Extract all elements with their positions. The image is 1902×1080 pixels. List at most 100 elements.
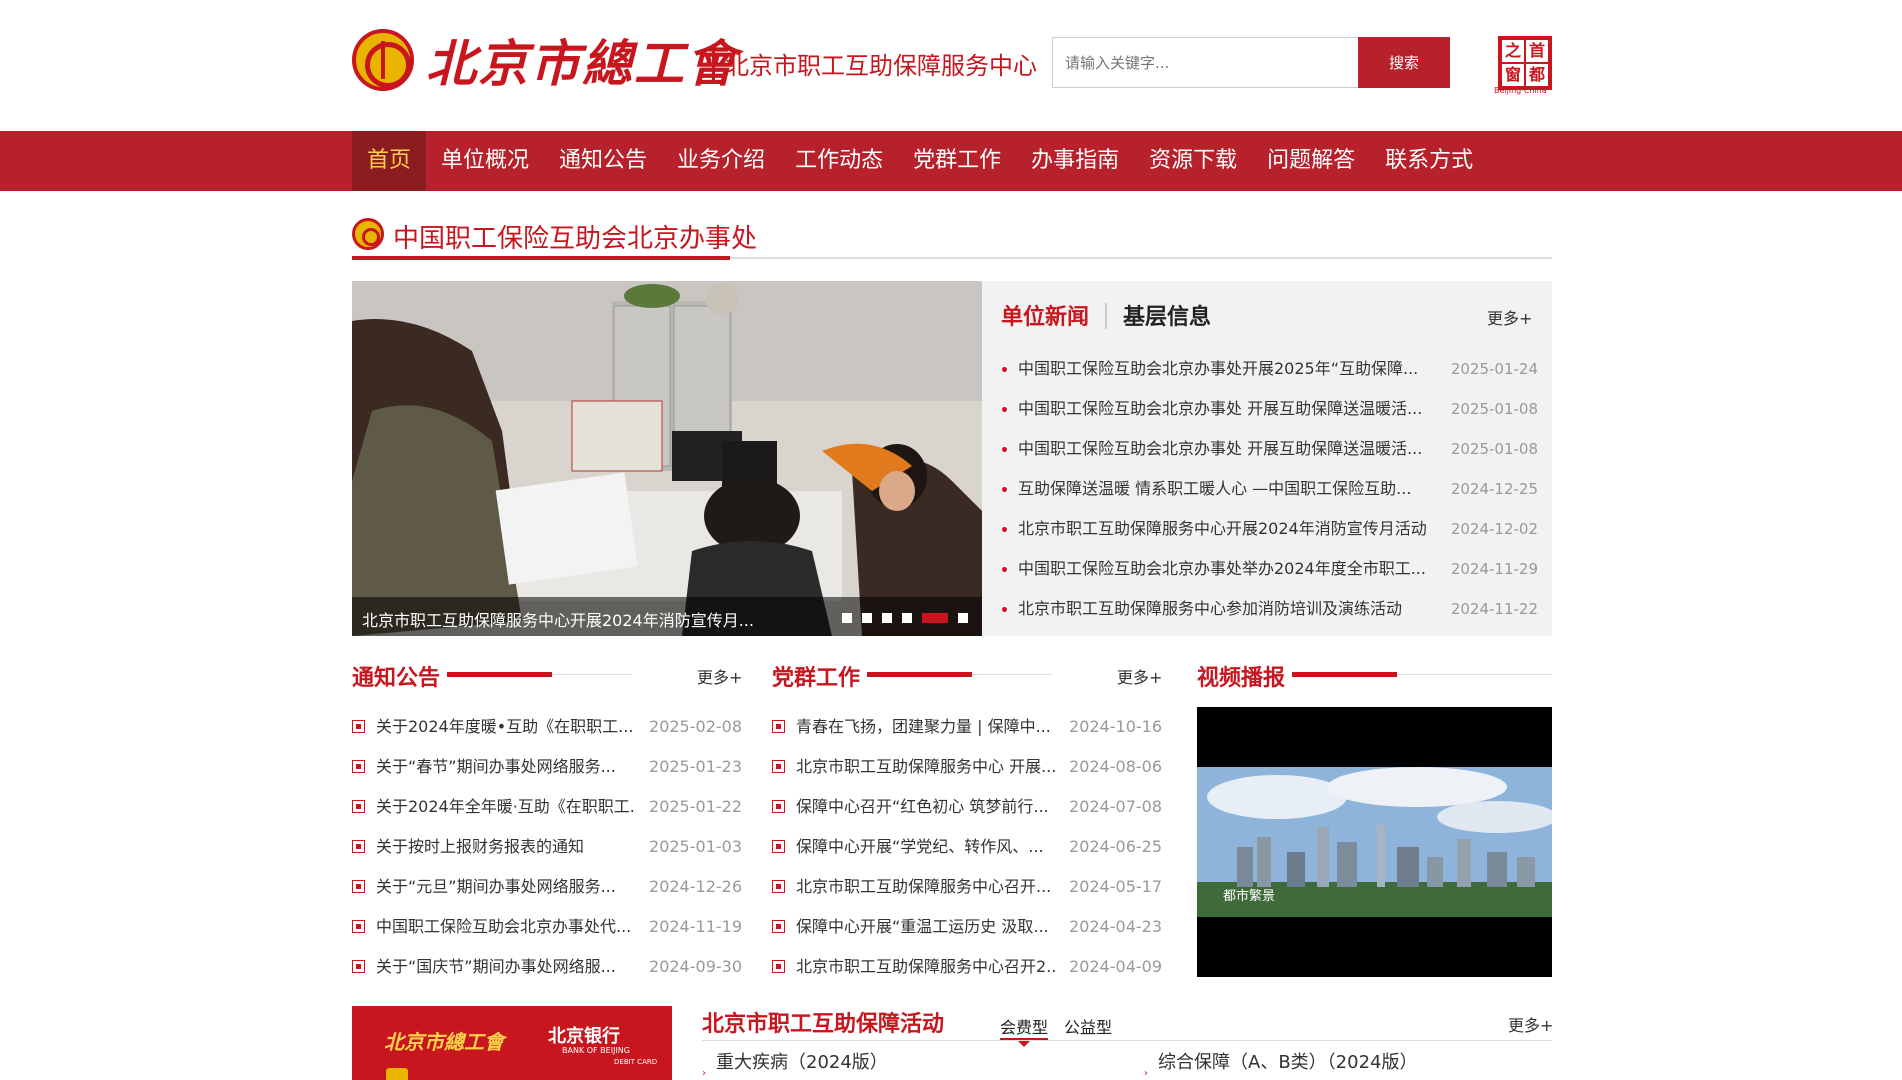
list-item-title[interactable]: 关于2024年全年暖·互助《在职职工... <box>376 787 636 827</box>
notice-title[interactable]: 通知公告 <box>352 660 440 692</box>
list-item[interactable]: 关于“春节”期间办事处网络服务... 2025-01-23 <box>352 747 742 787</box>
list-item[interactable]: 北京市职工互助保障服务中心召开... 2024-05-17 <box>772 867 1162 907</box>
list-item-title[interactable]: 北京市职工互助保障服务中心 开展... <box>796 747 1056 787</box>
list-item[interactable]: 关于2024年度暖•互助《在职职工... 2025-02-08 <box>352 707 742 747</box>
list-item[interactable]: 保障中心开展“重温工运历史 汲取... 2024-04-23 <box>772 907 1162 947</box>
slide-caption[interactable]: 北京市职工互助保障服务中心开展2024年消防宣传月... <box>362 607 754 631</box>
nav-item[interactable]: 办事指南 <box>1016 131 1134 191</box>
party-header: 党群工作 更多+ <box>772 660 1162 692</box>
tab-grassroots-info[interactable]: 基层信息 <box>1123 299 1211 331</box>
nav-item[interactable]: 资源下载 <box>1134 131 1252 191</box>
list-item[interactable]: 关于“元旦”期间办事处网络服务... 2024-12-26 <box>352 867 742 907</box>
capital-window-seal-icon[interactable]: 之 首 窗 都 <box>1498 36 1552 90</box>
list-item-title[interactable]: 中国职工保险互助会北京办事处代... <box>376 907 636 947</box>
list-item[interactable]: 北京市职工互助保障服务中心召开2... 2024-04-09 <box>772 947 1162 987</box>
nav-item[interactable]: 首页 <box>352 131 427 191</box>
list-item-title[interactable]: 关于2024年度暖•互助《在职职工... <box>376 707 636 747</box>
list-item[interactable]: 关于2024年全年暖·互助《在职职工... 2025-01-22 <box>352 787 742 827</box>
nav-item[interactable]: 问题解答 <box>1252 131 1370 191</box>
list-item[interactable]: 保障中心开展“学党纪、转作风、... 2024-06-25 <box>772 827 1162 867</box>
list-item[interactable]: 北京市职工互助保障服务中心 开展... 2024-08-06 <box>772 747 1162 787</box>
list-item[interactable]: 中国职工保险互助会北京办事处代... 2024-11-19 <box>352 907 742 947</box>
news-item-title[interactable]: 中国职工保险互助会北京办事处开展2025年“互助保障... <box>1018 349 1438 389</box>
notice-more-link[interactable]: 更多+ <box>697 664 742 688</box>
nav-list: 首页 单位概况 通知公告 业务介绍 工作动态 党群工作 办事指南 资源下载 问题解答 联系方式 <box>352 131 1488 191</box>
tab-unit-news[interactable]: 单位新闻 <box>1001 299 1089 331</box>
main-nav: 首页 单位概况 通知公告 业务介绍 工作动态 党群工作 办事指南 资源下载 问题解答 联系方式 <box>0 131 1902 191</box>
list-item[interactable]: 保障中心召开“红色初心 筑梦前行... 2024-07-08 <box>772 787 1162 827</box>
activity-item[interactable]: 综合保障（A、B类）（2024版） <box>1158 1048 1417 1074</box>
list-item-title[interactable]: 关于按时上报财务报表的通知 <box>376 827 636 867</box>
news-item-title[interactable]: 中国职工保险互助会北京办事处 开展互助保障送温暖活... <box>1018 429 1438 469</box>
nav-item[interactable]: 通知公告 <box>544 131 662 191</box>
news-item-date: 2024-11-22 <box>1450 600 1538 618</box>
section-divider-accent <box>352 256 730 260</box>
news-item-title[interactable]: 中国职工保险互助会北京办事处 开展互助保障送温暖活... <box>1018 389 1438 429</box>
video-frame <box>1197 707 1552 977</box>
video-player[interactable]: 都市繁景 <box>1197 707 1552 977</box>
activities-title[interactable]: 北京市职工互助保障活动 <box>702 1006 944 1038</box>
news-item[interactable]: 中国职工保险互助会北京办事处开展2025年“互助保障... 2025-01-24 <box>998 349 1538 389</box>
union-bank-card-banner[interactable]: 北京市總工會 北京银行 BANK OF BEIJING DEBIT CARD <box>352 1006 672 1080</box>
list-item-title[interactable]: 关于“元旦”期间办事处网络服务... <box>376 867 636 907</box>
nav-item[interactable]: 党群工作 <box>898 131 1016 191</box>
square-bullet-icon <box>772 720 785 733</box>
list-item-title[interactable]: 保障中心开展“重温工运历史 汲取... <box>796 907 1056 947</box>
nav-item[interactable]: 业务介绍 <box>662 131 780 191</box>
slider-dot[interactable] <box>958 613 968 623</box>
news-item-title[interactable]: 互助保障送温暖 情系职工暖人心 —中国职工保险互助... <box>1018 469 1438 509</box>
news-item-title[interactable]: 中国职工保险互助会北京办事处举办2024年度全市职工... <box>1018 549 1438 589</box>
list-item-title[interactable]: 保障中心召开“红色初心 筑梦前行... <box>796 787 1056 827</box>
activities-more-link[interactable]: 更多+ <box>1508 1012 1553 1036</box>
list-item-title[interactable]: 关于“国庆节”期间办事处网络服... <box>376 947 636 987</box>
square-bullet-icon <box>352 760 365 773</box>
news-item[interactable]: 北京市职工互助保障服务中心参加消防培训及演练活动 2024-11-22 <box>998 589 1538 629</box>
list-item-title[interactable]: 青春在飞扬，团建聚力量 | 保障中... <box>796 707 1056 747</box>
union-emblem-icon <box>352 218 384 250</box>
nav-item[interactable]: 联系方式 <box>1370 131 1488 191</box>
news-item-title[interactable]: 北京市职工互助保障服务中心参加消防培训及演练活动 <box>1018 589 1438 629</box>
slider-dot[interactable] <box>902 613 912 623</box>
list-item-title[interactable]: 保障中心开展“学党纪、转作风、... <box>796 827 1056 867</box>
list-item[interactable]: 青春在飞扬，团建聚力量 | 保障中... 2024-10-16 <box>772 707 1162 747</box>
card-bank-name: 北京银行 <box>548 1026 620 1047</box>
list-item-date: 2025-01-03 <box>649 837 742 856</box>
tab-public-welfare-type[interactable]: 公益型 <box>1064 1014 1112 1038</box>
photo-slider[interactable]: 北京市职工互助保障服务中心开展2024年消防宣传月... <box>352 281 982 636</box>
list-item[interactable]: 关于“国庆节”期间办事处网络服... 2024-09-30 <box>352 947 742 987</box>
brand-logo-text[interactable]: 北京市總工會 <box>426 24 738 96</box>
tab-divider <box>1105 303 1107 329</box>
list-item[interactable]: 关于按时上报财务报表的通知 2025-01-03 <box>352 827 742 867</box>
news-item[interactable]: 中国职工保险互助会北京办事处 开展互助保障送温暖活... 2025-01-08 <box>998 389 1538 429</box>
news-item[interactable]: 中国职工保险互助会北京办事处举办2024年度全市职工... 2024-11-29 <box>998 549 1538 589</box>
search-button[interactable]: 搜索 <box>1358 37 1450 88</box>
union-emblem-icon[interactable] <box>352 29 414 91</box>
list-item-date: 2024-08-06 <box>1069 757 1162 776</box>
slider-dot[interactable] <box>862 613 872 623</box>
square-bullet-icon <box>772 840 785 853</box>
news-item[interactable]: 北京市职工互助保障服务中心开展2024年消防宣传月活动 2024-12-02 <box>998 509 1538 549</box>
nav-item[interactable]: 单位概况 <box>426 131 544 191</box>
nav-item[interactable]: 工作动态 <box>780 131 898 191</box>
news-item[interactable]: 互助保障送温暖 情系职工暖人心 —中国职工保险互助... 2024-12-25 <box>998 469 1538 509</box>
party-title[interactable]: 党群工作 <box>772 660 860 692</box>
slider-dot[interactable] <box>922 613 948 623</box>
news-item[interactable]: 中国职工保险互助会北京办事处 开展互助保障送温暖活... 2025-01-08 <box>998 429 1538 469</box>
square-bullet-icon <box>352 960 365 973</box>
party-more-link[interactable]: 更多+ <box>1117 664 1162 688</box>
slide-photo[interactable] <box>352 281 982 636</box>
square-bullet-icon <box>352 800 365 813</box>
search-input[interactable] <box>1052 37 1358 88</box>
activity-item[interactable]: 重大疾病（2024版） <box>716 1048 888 1074</box>
list-item-date: 2025-02-08 <box>649 717 742 736</box>
video-title[interactable]: 视频播报 <box>1197 660 1285 692</box>
slider-dot[interactable] <box>882 613 892 623</box>
list-item-date: 2024-04-23 <box>1069 917 1162 936</box>
list-item-title[interactable]: 北京市职工互助保障服务中心召开2... <box>796 947 1056 987</box>
list-item-title[interactable]: 关于“春节”期间办事处网络服务... <box>376 747 636 787</box>
news-item-title[interactable]: 北京市职工互助保障服务中心开展2024年消防宣传月活动 <box>1018 509 1438 549</box>
list-item-title[interactable]: 北京市职工互助保障服务中心召开... <box>796 867 1056 907</box>
tab-membership-type[interactable]: 会费型 <box>1000 1014 1048 1038</box>
news-more-link[interactable]: 更多+ <box>1487 305 1532 329</box>
slider-dot[interactable] <box>842 613 852 623</box>
